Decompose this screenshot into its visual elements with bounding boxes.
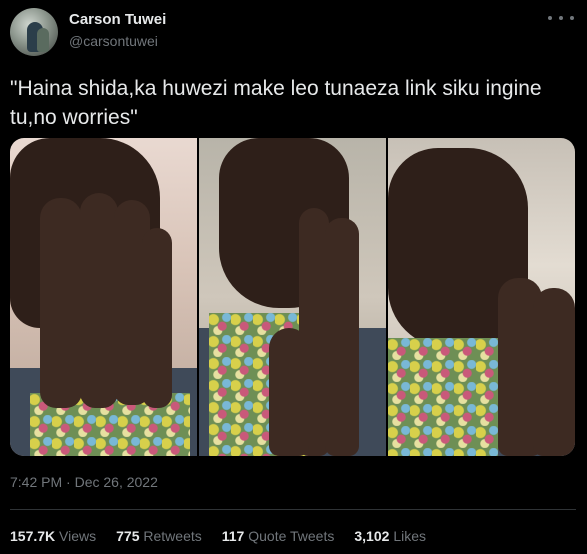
avatar-figure-secondary [37,28,49,52]
author-display-name[interactable]: Carson Tuwei [69,11,166,28]
retweets-stat[interactable]: 775 Retweets [116,528,202,544]
tweet-timestamp[interactable]: 7:42 PM · Dec 26, 2022 [10,474,158,490]
retweets-label: Retweets [143,528,202,544]
retweets-count: 775 [116,528,140,544]
media-photo-3[interactable] [388,138,575,456]
views-count: 157.7K [10,528,56,544]
more-dot [548,16,552,20]
media-photo-2[interactable] [199,138,386,456]
divider [10,509,576,510]
likes-stat[interactable]: 3,102 Likes [354,528,426,544]
author-handle[interactable]: @carsontuwei [69,33,158,49]
quote-tweets-stat[interactable]: 117 Quote Tweets [222,528,335,544]
tweet-text: "Haina shida,ka huwezi make leo tunaeza … [10,77,542,129]
quotes-label: Quote Tweets [248,528,335,544]
more-dot [570,16,574,20]
avatar[interactable] [10,8,58,56]
likes-count: 3,102 [354,528,390,544]
more-dot [559,16,563,20]
likes-label: Likes [393,528,426,544]
views-label: Views [59,528,97,544]
media-photo-1[interactable] [10,138,197,456]
more-options-icon[interactable] [548,10,574,26]
tweet-media[interactable] [10,138,575,456]
views-stat[interactable]: 157.7K Views [10,528,96,544]
tweet-card: Carson Tuwei @carsontuwei "Haina shida,k… [0,0,587,554]
quotes-count: 117 [221,528,245,544]
tweet-stats: 157.7K Views 775 Retweets 117 Quote Twee… [10,528,446,544]
